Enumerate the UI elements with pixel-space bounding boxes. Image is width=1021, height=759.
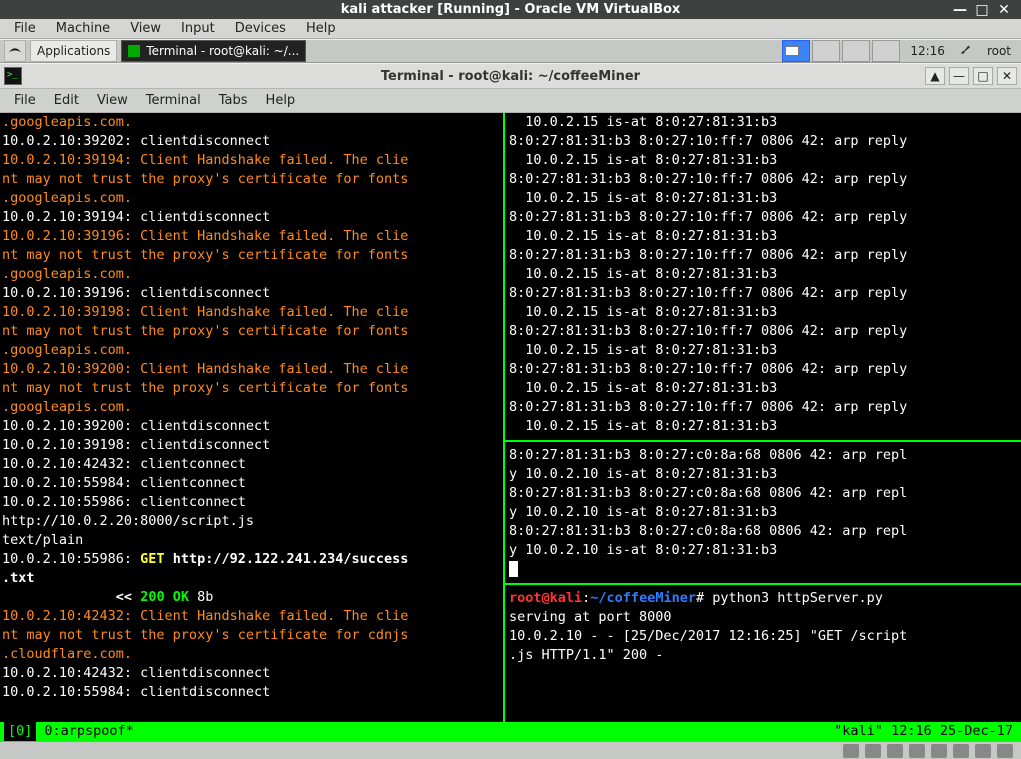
shade-button[interactable]: ▲ bbox=[925, 67, 945, 85]
mouse-integration-icon[interactable] bbox=[997, 744, 1013, 758]
optical-icon[interactable] bbox=[865, 744, 881, 758]
taskbar-item-terminal[interactable]: Terminal - root@kali: ~/... bbox=[121, 40, 306, 62]
panel-clock: 12:16 bbox=[904, 44, 951, 58]
kali-logo-icon[interactable] bbox=[4, 40, 26, 62]
tmux-pane-right-container: 10.0.2.15 is-at 8:0:27:81:31:b3 8:0:27:8… bbox=[503, 113, 1021, 722]
tmux-pane-right-bottom[interactable]: root@kali:~/coffeeMiner# python3 httpSer… bbox=[505, 589, 1021, 722]
display-icon[interactable] bbox=[953, 744, 969, 758]
maximize-button[interactable]: □ bbox=[973, 1, 991, 19]
tmux-window: 0:arpspoof* bbox=[36, 722, 141, 741]
vbox-title: kali attacker [Running] - Oracle VM Virt… bbox=[341, 2, 681, 17]
terminal-titlebar[interactable]: >_ Terminal - root@kali: ~/coffeeMiner ▲… bbox=[0, 63, 1021, 89]
vbox-menu-view[interactable]: View bbox=[122, 19, 169, 38]
applications-label: Applications bbox=[37, 44, 110, 58]
minimize-button-inner[interactable]: — bbox=[949, 67, 969, 85]
terminal-body[interactable]: .googleapis.com. 10.0.2.10:39202: client… bbox=[0, 113, 1021, 741]
vbox-status-bar bbox=[0, 741, 1021, 759]
tmux-pane-left[interactable]: .googleapis.com. 10.0.2.10:39202: client… bbox=[0, 113, 503, 722]
terminal-task-icon bbox=[128, 45, 140, 57]
minimize-button[interactable]: — bbox=[951, 1, 969, 19]
tmux-session: [0] bbox=[4, 722, 36, 741]
vbox-menu-file[interactable]: File bbox=[6, 19, 44, 38]
taskbar-item-label: Terminal - root@kali: ~/... bbox=[146, 44, 299, 58]
tmux-pane-right-middle[interactable]: 8:0:27:81:31:b3 8:0:27:c0:8a:68 0806 42:… bbox=[505, 446, 1021, 579]
tmux-pane-right-top[interactable]: 10.0.2.15 is-at 8:0:27:81:31:b3 8:0:27:8… bbox=[505, 113, 1021, 436]
term-menu-help[interactable]: Help bbox=[258, 91, 304, 110]
term-menu-tabs[interactable]: Tabs bbox=[211, 91, 256, 110]
vbox-menu-help[interactable]: Help bbox=[298, 19, 344, 38]
panel-user[interactable]: root bbox=[981, 44, 1017, 58]
vbox-menubar: File Machine View Input Devices Help bbox=[0, 19, 1021, 39]
kali-panel: Applications Terminal - root@kali: ~/...… bbox=[0, 39, 1021, 63]
tmux-host: "kali" bbox=[834, 723, 883, 739]
usb-icon[interactable] bbox=[909, 744, 925, 758]
workspace-switcher[interactable] bbox=[782, 40, 900, 62]
tmux-status-bar: [0] 0:arpspoof* "kali" 12:16 25-Dec-17 bbox=[0, 722, 1021, 741]
term-menu-edit[interactable]: Edit bbox=[46, 91, 87, 110]
vbox-menu-devices[interactable]: Devices bbox=[227, 19, 294, 38]
vbox-menu-machine[interactable]: Machine bbox=[48, 19, 118, 38]
workspace-4[interactable] bbox=[872, 40, 900, 62]
applications-menu[interactable]: Applications bbox=[30, 40, 117, 62]
tmux-split-divider-1[interactable] bbox=[505, 440, 1021, 442]
recording-icon[interactable] bbox=[975, 744, 991, 758]
terminal-title: Terminal - root@kali: ~/coffeeMiner bbox=[381, 69, 640, 84]
vbox-menu-input[interactable]: Input bbox=[173, 19, 223, 38]
workspace-3[interactable] bbox=[842, 40, 870, 62]
term-menu-view[interactable]: View bbox=[89, 91, 136, 110]
hdd-icon[interactable] bbox=[843, 744, 859, 758]
network-icon[interactable] bbox=[887, 744, 903, 758]
terminal-cursor bbox=[509, 561, 518, 577]
term-menu-terminal[interactable]: Terminal bbox=[138, 91, 209, 110]
terminal-window: >_ Terminal - root@kali: ~/coffeeMiner ▲… bbox=[0, 63, 1021, 741]
virtualbox-window: kali attacker [Running] - Oracle VM Virt… bbox=[0, 0, 1021, 759]
close-button-inner[interactable]: ✕ bbox=[997, 67, 1017, 85]
tmux-split-divider-2[interactable] bbox=[505, 583, 1021, 585]
terminal-icon: >_ bbox=[4, 67, 22, 85]
close-button[interactable]: ✕ bbox=[995, 1, 1013, 19]
workspace-2[interactable] bbox=[812, 40, 840, 62]
maximize-button-inner[interactable]: □ bbox=[973, 67, 993, 85]
terminal-menubar: File Edit View Terminal Tabs Help bbox=[0, 89, 1021, 113]
vbox-titlebar[interactable]: kali attacker [Running] - Oracle VM Virt… bbox=[0, 0, 1021, 19]
shared-folder-icon[interactable] bbox=[931, 744, 947, 758]
tmux-time: 12:16 25-Dec-17 bbox=[883, 723, 1013, 739]
term-menu-file[interactable]: File bbox=[6, 91, 44, 110]
workspace-1[interactable] bbox=[782, 40, 810, 62]
brush-icon[interactable] bbox=[955, 42, 977, 60]
